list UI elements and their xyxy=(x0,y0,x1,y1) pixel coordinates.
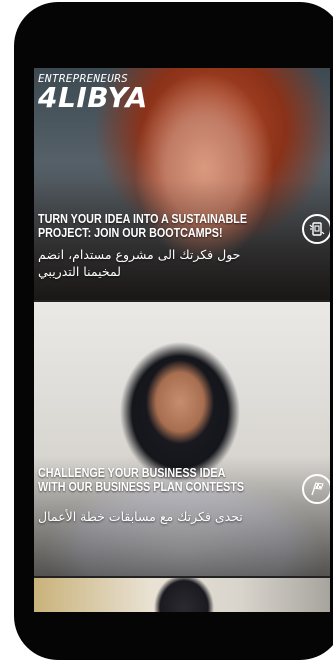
checkered-flag-glyph xyxy=(311,482,324,496)
business-plan-card[interactable]: CHALLENGE YOUR BUSINESS IDEA WITH OUR BU… xyxy=(34,302,330,576)
bootcamp-icon-glyph xyxy=(309,222,325,236)
checkered-flag-icon[interactable] xyxy=(302,474,330,504)
bootcamp-arabic-text: حول فكرتك الى مشروع مستدام، انضم لمخيمنا… xyxy=(38,247,241,279)
card-shade xyxy=(34,180,330,300)
logo-line2: 4LIBYA xyxy=(38,81,148,114)
app-screen[interactable]: ENTREPRENEURS 4LIBYA TURN YOUR IDEA INTO… xyxy=(34,68,330,612)
phone-frame: ENTREPRENEURS 4LIBYA TURN YOUR IDEA INTO… xyxy=(14,2,333,660)
app-logo: ENTREPRENEURS 4LIBYA xyxy=(38,72,148,112)
business-plan-headline: CHALLENGE YOUR BUSINESS IDEA WITH OUR BU… xyxy=(38,466,245,494)
bootcamp-card[interactable]: ENTREPRENEURS 4LIBYA TURN YOUR IDEA INTO… xyxy=(34,68,330,300)
business-plan-arabic-text: تحدى فكرتك مع مسابقات خطة الأعمال xyxy=(38,509,243,524)
bootcamp-headline: TURN YOUR IDEA INTO A SUSTAINABLE PROJEC… xyxy=(38,212,248,240)
next-card[interactable] xyxy=(34,578,330,612)
bootcamp-icon[interactable] xyxy=(302,214,330,244)
